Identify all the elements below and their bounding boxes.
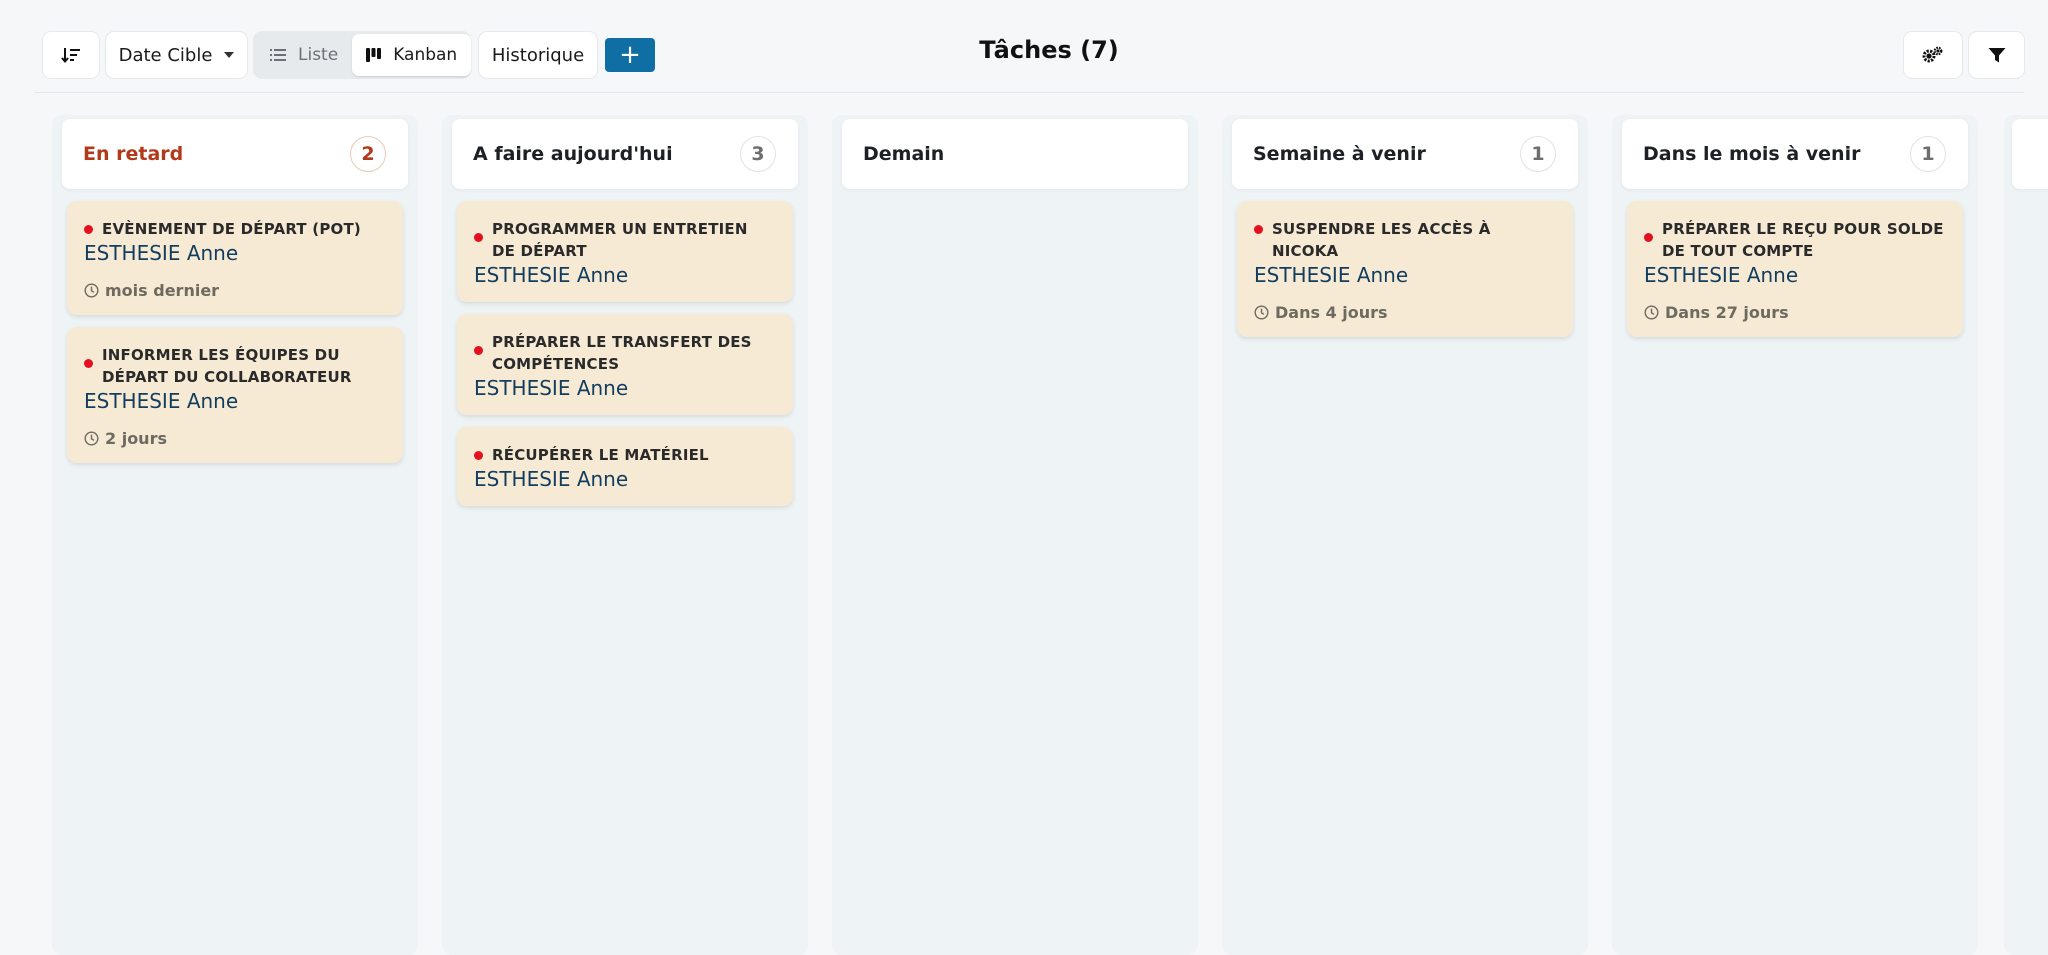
task-card[interactable]: EVÈNEMENT DE DÉPART (POT) ESTHESIE Anne … — [67, 201, 403, 315]
task-assignee: ESTHESIE Anne — [84, 389, 239, 413]
status-dot — [474, 346, 483, 355]
column-title: Dans le mois à venir — [1643, 143, 1861, 165]
list-icon — [270, 49, 286, 61]
task-assignee: ESTHESIE Anne — [84, 241, 239, 265]
task-assignee: ESTHESIE Anne — [1254, 263, 1409, 287]
status-dot — [84, 225, 93, 234]
column-today: A faire aujourd'hui 3 PROGRAMMER UN ENTR… — [442, 115, 808, 955]
gears-icon — [1922, 46, 1943, 63]
task-due-label: Dans 4 jours — [1275, 303, 1388, 322]
task-title: EVÈNEMENT DE DÉPART (POT) — [102, 220, 361, 238]
task-card[interactable]: SUSPENDRE LES ACCÈS À NICOKA ESTHESIE An… — [1237, 201, 1573, 337]
kanban-icon — [366, 48, 382, 62]
sort-button[interactable] — [42, 31, 100, 79]
task-title: INFORMER LES ÉQUIPES DU DÉPART DU COLLAB… — [102, 346, 352, 386]
status-dot — [1254, 225, 1263, 234]
status-dot — [84, 359, 93, 368]
column-tomorrow: Demain — [832, 115, 1198, 955]
sort-descending-icon — [61, 48, 80, 64]
column-header: Semaine à venir 1 — [1232, 119, 1578, 189]
column-title: Demain — [863, 143, 945, 165]
task-card[interactable]: INFORMER LES ÉQUIPES DU DÉPART DU COLLAB… — [67, 327, 403, 463]
clock-icon — [84, 283, 99, 298]
task-due-label: mois dernier — [105, 281, 220, 300]
plus-icon: + — [619, 40, 641, 70]
column-header: Dans le mois à venir 1 — [1622, 119, 1968, 189]
view-kanban-label: Kanban — [393, 45, 458, 65]
status-dot — [474, 233, 483, 242]
view-list-button[interactable]: Liste — [256, 34, 352, 76]
column-week: Semaine à venir 1 SUSPENDRE LES ACCÈS À … — [1222, 115, 1588, 955]
task-due-label: Dans 27 jours — [1665, 303, 1789, 322]
column-late: En retard 2 EVÈNEMENT DE DÉPART (POT) ES… — [52, 115, 418, 955]
history-button[interactable]: Historique — [478, 31, 598, 79]
column-header — [2012, 119, 2048, 189]
caret-down-icon — [224, 52, 235, 58]
column-header: A faire aujourd'hui 3 — [452, 119, 798, 189]
task-assignee: ESTHESIE Anne — [1644, 263, 1799, 287]
column-count-badge: 1 — [1520, 136, 1556, 172]
view-list-label: Liste — [298, 45, 339, 65]
kanban-board: En retard 2 EVÈNEMENT DE DÉPART (POT) ES… — [0, 93, 2048, 955]
status-dot — [474, 451, 483, 460]
task-due: 2 jours — [84, 429, 386, 448]
status-dot — [1644, 233, 1653, 242]
column-title: En retard — [83, 143, 184, 165]
task-due: mois dernier — [84, 281, 386, 300]
clock-icon — [1644, 305, 1659, 320]
add-task-button[interactable]: + — [605, 38, 655, 72]
task-assignee: ESTHESIE Anne — [474, 467, 629, 491]
column-count-badge: 3 — [740, 136, 776, 172]
task-assignee: ESTHESIE Anne — [474, 263, 629, 287]
column-month: Dans le mois à venir 1 PRÉPARER LE REÇU … — [1612, 115, 1978, 955]
task-title: PRÉPARER LE TRANSFERT DES COMPÉTENCES — [492, 333, 752, 373]
clock-icon — [84, 431, 99, 446]
filter-button[interactable] — [1968, 31, 2025, 79]
task-title: RÉCUPÉRER LE MATÉRIEL — [492, 446, 709, 464]
view-kanban-button[interactable]: Kanban — [352, 34, 472, 76]
task-title: PROGRAMMER UN ENTRETIEN DE DÉPART — [492, 220, 748, 260]
task-card[interactable]: PRÉPARER LE TRANSFERT DES COMPÉTENCES ES… — [457, 314, 793, 415]
column-next-partial — [2004, 115, 2048, 955]
column-count-badge: 2 — [350, 136, 386, 172]
task-card[interactable]: PROGRAMMER UN ENTRETIEN DE DÉPART ESTHES… — [457, 201, 793, 302]
column-count-badge: 1 — [1910, 136, 1946, 172]
task-title: PRÉPARER LE REÇU POUR SOLDE DE TOUT COMP… — [1662, 220, 1944, 260]
funnel-icon — [1988, 47, 2005, 62]
column-header: Demain — [842, 119, 1188, 189]
task-due: Dans 4 jours — [1254, 303, 1556, 322]
column-title: A faire aujourd'hui — [473, 143, 673, 165]
settings-button[interactable] — [1903, 31, 1963, 79]
task-due: Dans 27 jours — [1644, 303, 1946, 322]
column-header: En retard 2 — [62, 119, 408, 189]
column-title: Semaine à venir — [1253, 143, 1426, 165]
task-assignee: ESTHESIE Anne — [474, 376, 629, 400]
task-due-label: 2 jours — [105, 429, 167, 448]
task-card[interactable]: PRÉPARER LE REÇU POUR SOLDE DE TOUT COMP… — [1627, 201, 1963, 337]
page-title: Tâches (7) — [979, 36, 1119, 64]
clock-icon — [1254, 305, 1269, 320]
view-switcher: Liste Kanban — [253, 31, 472, 79]
date-filter-label: Date Cible — [118, 44, 213, 66]
date-filter-dropdown[interactable]: Date Cible — [105, 31, 248, 79]
task-title: SUSPENDRE LES ACCÈS À NICOKA — [1272, 220, 1491, 260]
toolbar: Date Cible Liste Kanban Historique + Tâc… — [34, 0, 2025, 93]
history-label: Historique — [491, 44, 585, 66]
task-card[interactable]: RÉCUPÉRER LE MATÉRIEL ESTHESIE Anne — [457, 427, 793, 506]
